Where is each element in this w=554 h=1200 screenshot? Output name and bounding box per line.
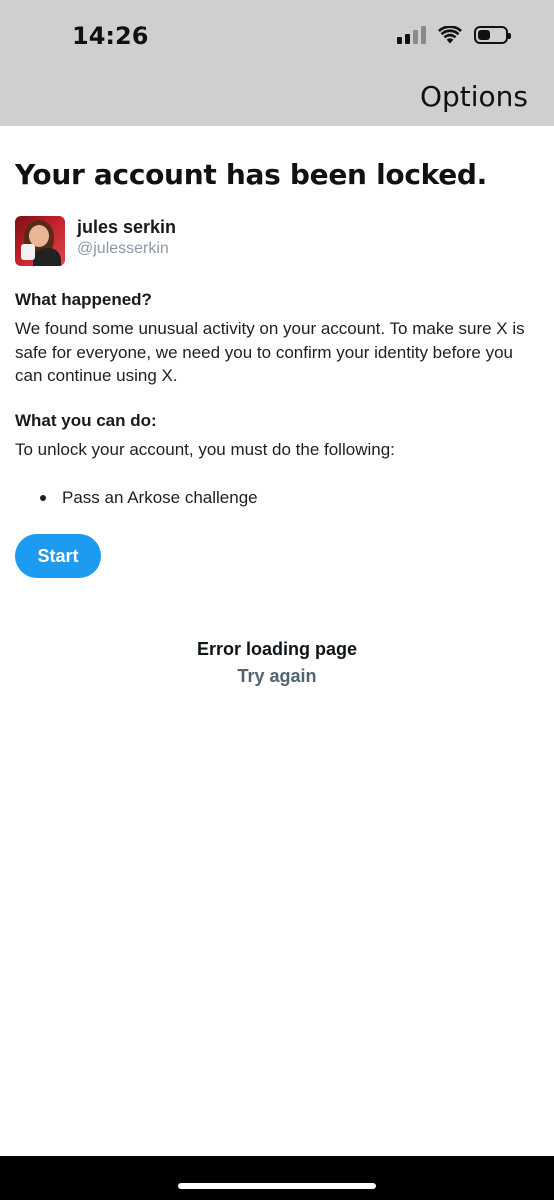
page-title: Your account has been locked. (15, 158, 487, 191)
list-item: Pass an Arkose challenge (40, 488, 258, 508)
account-handle: @julesserkin (77, 240, 169, 257)
avatar (15, 216, 65, 266)
error-message: Error loading page (196, 639, 358, 659)
try-again-button[interactable]: Try again (0, 666, 554, 687)
home-indicator[interactable] (178, 1183, 376, 1189)
cellular-signal-icon (397, 26, 426, 44)
wifi-icon (438, 26, 462, 44)
bottom-bar (0, 1156, 554, 1200)
status-icons (397, 26, 511, 44)
start-button[interactable]: Start (15, 534, 101, 578)
top-bar: 14:26 Options (0, 0, 554, 126)
step-label: Pass an Arkose challenge (62, 488, 258, 507)
what-happened-body: We found some unusual activity on your a… (15, 319, 525, 385)
bullet-icon (40, 495, 46, 501)
battery-icon (474, 26, 511, 44)
account-name: jules serkin (77, 217, 177, 237)
what-you-can-do-body: To unlock your account, you must do the … (15, 440, 395, 459)
what-you-can-do-heading: What you can do: (15, 411, 157, 430)
options-button[interactable]: Options (420, 80, 528, 113)
what-happened-heading: What happened? (15, 290, 152, 309)
status-time: 14:26 (72, 22, 149, 50)
